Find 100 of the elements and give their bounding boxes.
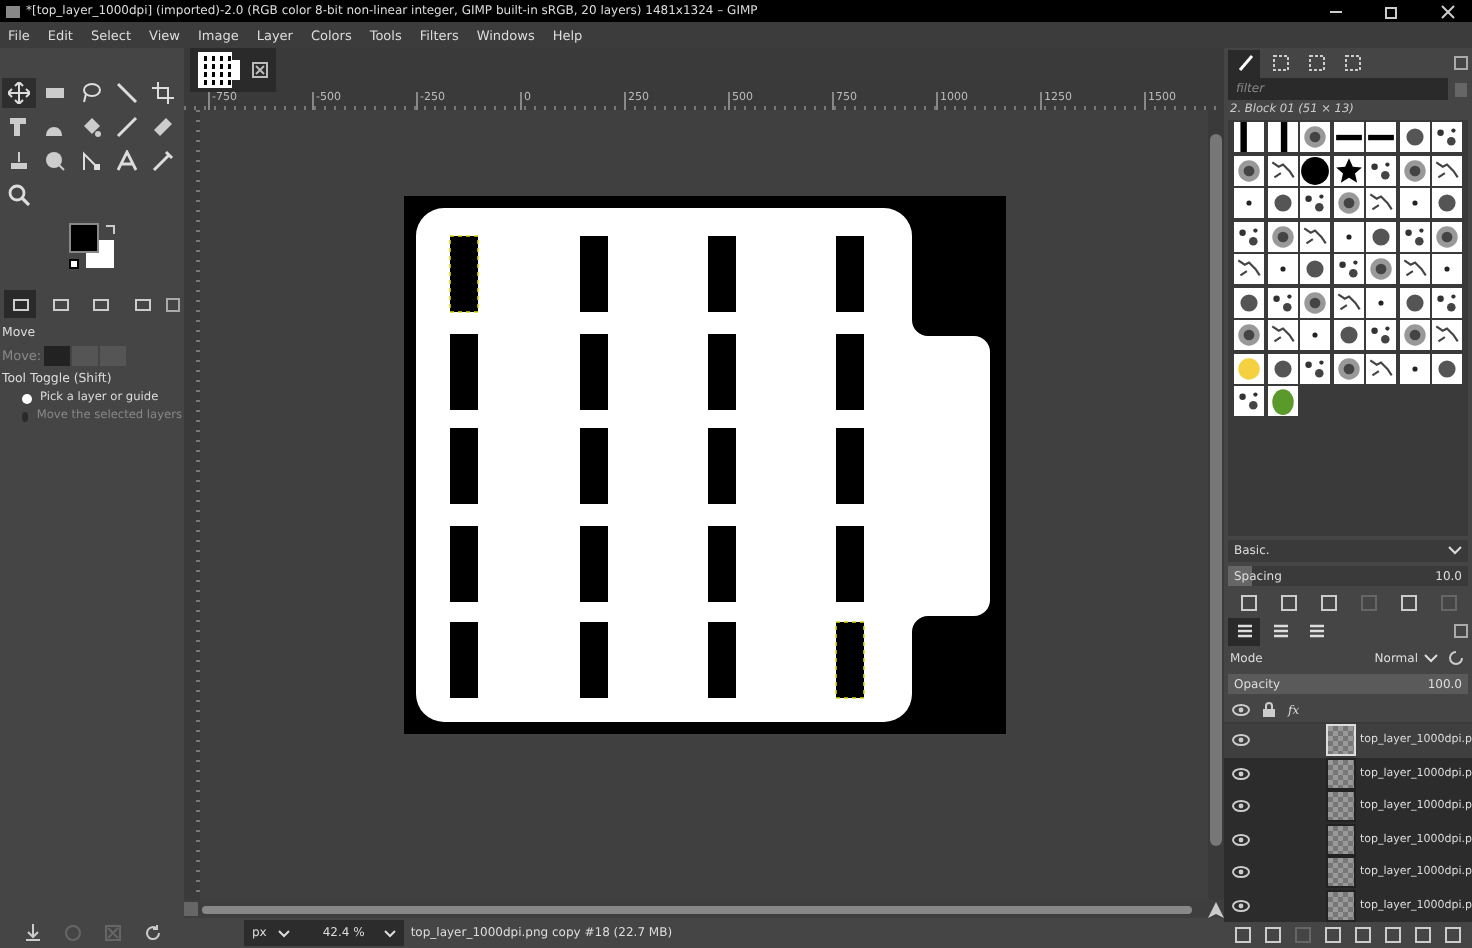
chevron-down-icon — [1448, 546, 1462, 556]
brush-thumbnail[interactable] — [1432, 155, 1462, 185]
brush-thumbnail[interactable] — [1399, 353, 1429, 383]
brush-thumbnail[interactable] — [1366, 122, 1396, 152]
layer-thumbnail — [1326, 790, 1356, 823]
brush-thumbnail[interactable] — [1399, 155, 1429, 185]
brush-thumbnail[interactable] — [1366, 353, 1396, 383]
tool-options-icon — [11, 295, 30, 313]
zoom-icon — [8, 184, 30, 206]
brush-thumbnail[interactable] — [1333, 122, 1363, 152]
eye-icon[interactable] — [1232, 866, 1250, 879]
brush-thumbnail[interactable] — [1234, 122, 1264, 152]
brush-thumbnail[interactable] — [1333, 188, 1363, 218]
tool-button[interactable] — [2, 78, 36, 108]
brush-thumbnail[interactable] — [1366, 287, 1396, 317]
paintbrush-icon — [1235, 54, 1253, 72]
brush-thumbnail[interactable] — [1300, 155, 1330, 185]
brush-thumbnail[interactable] — [1432, 287, 1462, 317]
brush-thumbnail[interactable] — [1267, 320, 1297, 350]
brush-thumbnail[interactable] — [1432, 320, 1462, 350]
brush-thumbnail[interactable] — [1300, 188, 1330, 218]
brush-thumbnail[interactable] — [1399, 122, 1429, 152]
brush-thumbnail[interactable] — [1300, 221, 1330, 251]
brush-thumbnail[interactable] — [1333, 155, 1363, 185]
vertical-scrollbar[interactable] — [1208, 110, 1224, 900]
brush-thumbnail[interactable] — [1432, 122, 1462, 152]
brush-thumbnail[interactable] — [1432, 254, 1462, 284]
brush-thumbnail[interactable] — [1267, 287, 1297, 317]
brush-thumbnail[interactable] — [1300, 254, 1330, 284]
reset-icon[interactable] — [143, 924, 161, 942]
dock-tab[interactable] — [1228, 49, 1260, 77]
color-swatches-drawing[interactable] — [68, 222, 120, 274]
dock-tab[interactable] — [1228, 617, 1260, 645]
chevron-down-icon — [1424, 653, 1438, 663]
brush-thumbnail[interactable] — [1333, 254, 1363, 284]
brush-thumbnail[interactable] — [1333, 353, 1363, 383]
close-icon[interactable] — [252, 62, 268, 78]
brush-thumbnail[interactable] — [1234, 353, 1264, 383]
brush-thumbnail[interactable] — [1333, 221, 1363, 251]
brush-thumbnail[interactable] — [1300, 320, 1330, 350]
paths-icon — [1307, 622, 1325, 640]
brush-thumbnail[interactable] — [1366, 155, 1396, 185]
brush-thumbnail[interactable] — [1300, 122, 1330, 152]
brush-thumbnail[interactable] — [1234, 386, 1264, 416]
brush-thumbnail[interactable] — [1399, 188, 1429, 218]
brush-thumbnail[interactable] — [1267, 386, 1297, 416]
brush-thumbnail[interactable] — [1366, 320, 1396, 350]
brush-thumbnail[interactable] — [1234, 221, 1264, 251]
brush-thumbnail[interactable] — [1234, 320, 1264, 350]
brush-thumbnail[interactable] — [1333, 287, 1363, 317]
brush-thumbnail[interactable] — [1366, 221, 1396, 251]
dock-tab[interactable] — [4, 290, 37, 318]
close-icon[interactable] — [1440, 3, 1456, 19]
brush-thumbnail[interactable] — [1267, 353, 1297, 383]
chevron-down-icon — [278, 929, 291, 937]
brush-thumbnail[interactable] — [1267, 254, 1297, 284]
brush-thumbnail[interactable] — [1300, 287, 1330, 317]
brush-thumbnail[interactable] — [1267, 155, 1297, 185]
brush-thumbnail[interactable] — [1399, 320, 1429, 350]
brush-thumbnail[interactable] — [1267, 122, 1297, 152]
layer-thumbnail — [1326, 856, 1356, 889]
tool-button[interactable] — [146, 78, 180, 108]
eye-icon[interactable] — [1232, 767, 1250, 780]
text-tool-icon — [116, 150, 138, 172]
eye-icon[interactable] — [1232, 833, 1250, 846]
brush-thumbnail[interactable] — [1234, 254, 1264, 284]
brush-thumbnail[interactable] — [1432, 188, 1462, 218]
rectangle-select-icon — [44, 82, 66, 104]
brush-thumbnail[interactable] — [1399, 254, 1429, 284]
eye-icon[interactable] — [1232, 899, 1250, 912]
layer-thumbnail — [1326, 724, 1356, 757]
channels-icon — [1271, 622, 1289, 640]
lock-icon[interactable] — [1262, 702, 1276, 718]
transform-icon — [8, 116, 30, 138]
brush-thumbnail[interactable] — [1432, 353, 1462, 383]
brush-thumbnail[interactable] — [1366, 188, 1396, 218]
horizontal-scrollbar[interactable] — [202, 905, 1192, 913]
save-icon[interactable] — [23, 924, 41, 942]
brush-thumbnail[interactable] — [1234, 287, 1264, 317]
brush-thumbnail[interactable] — [1399, 287, 1429, 317]
brush-thumbnail[interactable] — [1333, 320, 1363, 350]
move-icon — [8, 82, 30, 104]
brush-thumbnail[interactable] — [1399, 221, 1429, 251]
chevron-down-icon — [384, 929, 397, 937]
image-tab[interactable] — [190, 48, 276, 92]
brush-thumbnail[interactable] — [1300, 353, 1330, 383]
brush-thumbnail[interactable] — [1267, 221, 1297, 251]
brush-thumbnail[interactable] — [1366, 254, 1396, 284]
layer-thumbnail — [1326, 823, 1356, 856]
composite-icon[interactable] — [1446, 650, 1466, 666]
bucket-icon — [80, 116, 102, 138]
eye-icon[interactable] — [1232, 734, 1250, 747]
eye-icon — [1232, 704, 1250, 716]
radio-button[interactable] — [22, 393, 32, 403]
eye-icon[interactable] — [1232, 800, 1250, 813]
brush-thumbnail[interactable] — [1234, 188, 1264, 218]
brush-thumbnail[interactable] — [1432, 221, 1462, 251]
brush-thumbnail[interactable] — [1234, 155, 1264, 185]
brush-thumbnail[interactable] — [1267, 188, 1297, 218]
pointer-icon[interactable] — [1208, 901, 1224, 917]
